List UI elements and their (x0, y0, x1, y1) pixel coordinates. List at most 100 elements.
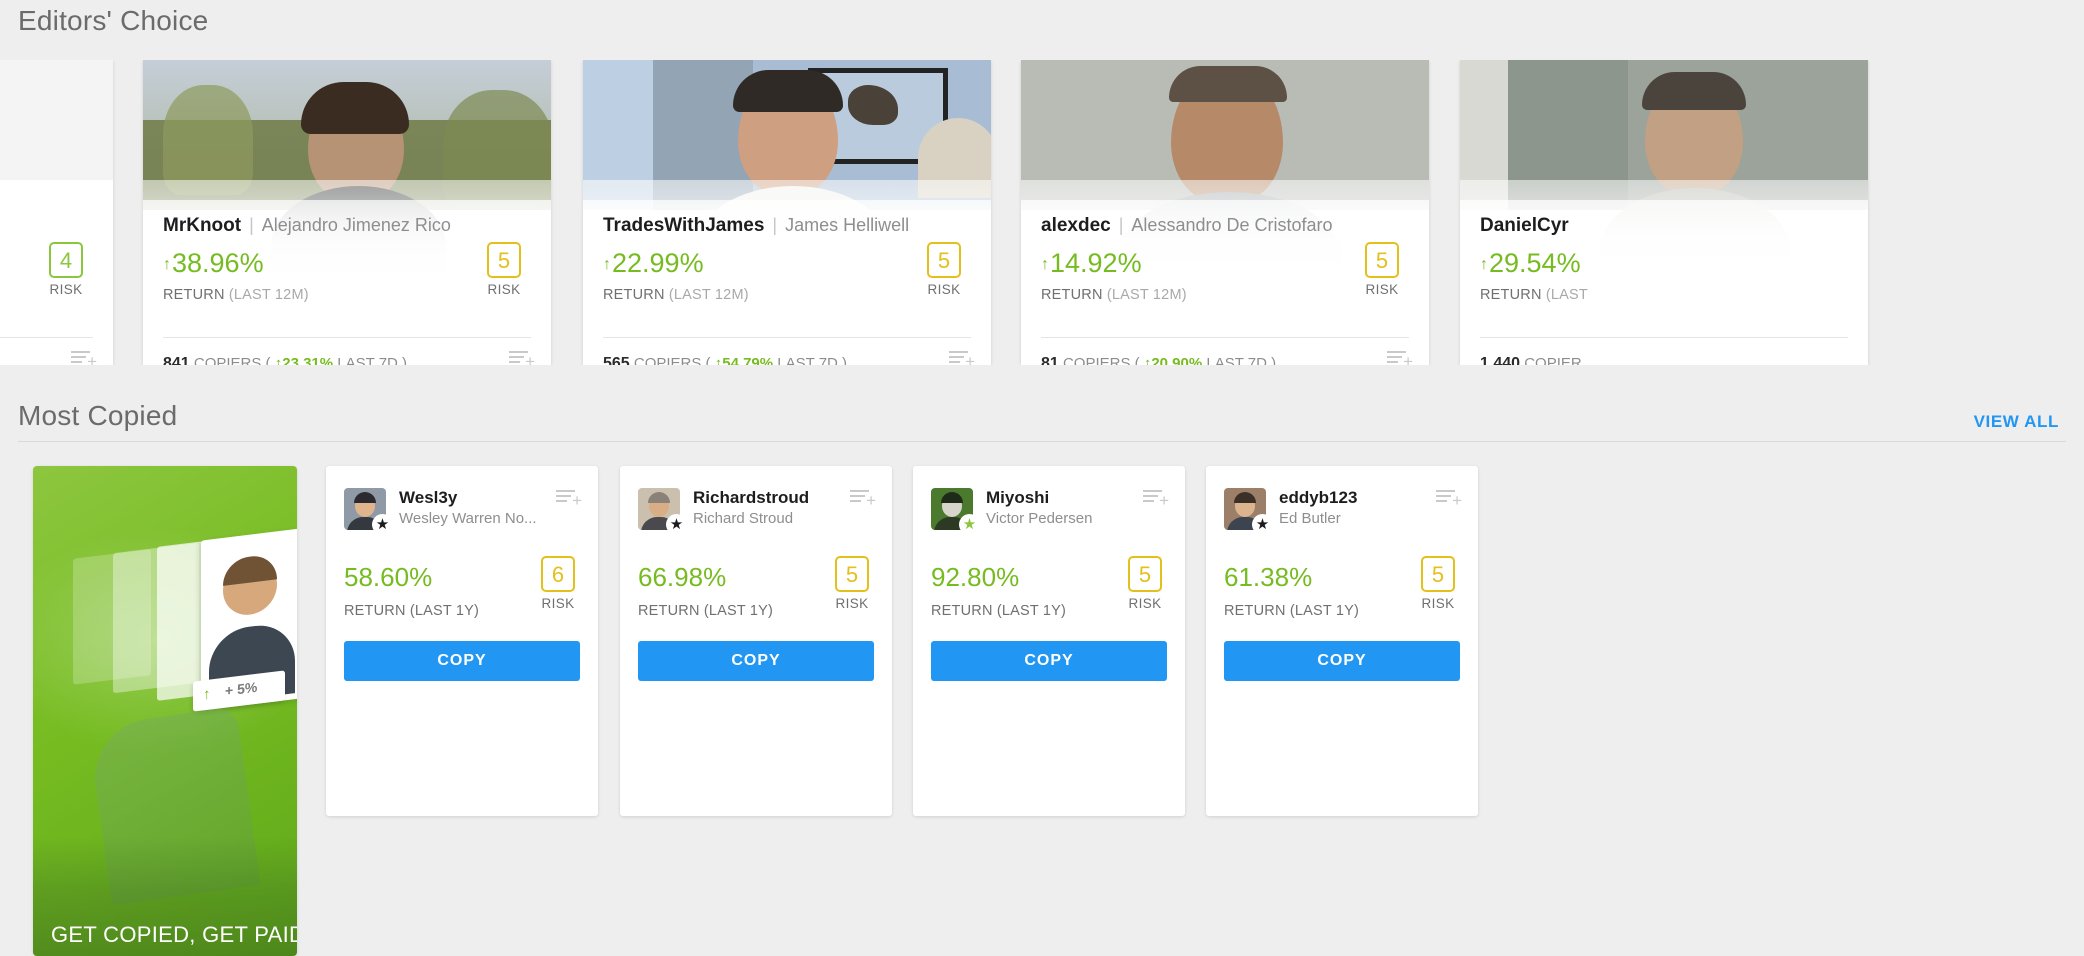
add-to-watchlist-icon[interactable]: + (850, 488, 876, 509)
risk-value: 5 (1365, 242, 1399, 278)
card-divider (163, 337, 531, 338)
add-to-watchlist-icon[interactable]: + (556, 488, 582, 509)
return-label: RETURN (LAST 12M) (1041, 287, 1187, 303)
risk-label: RISK (927, 282, 961, 297)
return-value: 66.98% (638, 562, 727, 592)
return-value: 61.38% (1224, 562, 1313, 592)
copiers-label: COPIERS (1062, 355, 1131, 365)
promo-gain-value: + 5% (225, 678, 258, 699)
editors-choice-header: Editors' Choice (0, 0, 2084, 46)
trader-fullname: Alejandro Jimenez Rico (261, 215, 451, 235)
trader-username: Wesl3y (399, 488, 458, 507)
page-title: Editors' Choice (18, 5, 209, 36)
risk-label: RISK (835, 596, 869, 611)
copiers-label: COPIERS (633, 355, 702, 365)
copiers-count: 1,440 (1480, 355, 1521, 365)
trader-username: alexdec (1041, 215, 1111, 236)
return-value: ↑22.99% (603, 248, 704, 279)
risk-indicator: 5 RISK (1353, 242, 1411, 297)
name-separator: | (772, 215, 778, 235)
risk-indicator: 5 RISK (826, 556, 878, 611)
return-value: 92.80% (931, 562, 1020, 592)
up-arrow-icon: ↑ (1480, 256, 1488, 273)
editors-choice-card-danielcyr[interactable]: DanielCyr ↑29.54% RETURN (LAST 1,440 COP… (1460, 60, 1868, 365)
trader-name-line: DanielCyr (1480, 215, 1569, 237)
view-all-link[interactable]: VIEW ALL (1974, 412, 2059, 432)
copiers-change: 23.31% (282, 355, 334, 365)
copiers-stat: 1,440 COPIER (1480, 355, 1582, 365)
add-to-watchlist-icon[interactable]: + (1436, 488, 1462, 509)
most-copied-card-wesl3y[interactable]: ★ Wesl3y Wesley Warren No... + 58.60% RE… (326, 466, 598, 816)
add-to-watchlist-icon[interactable]: + (1387, 349, 1413, 365)
trader-username: Miyoshi (986, 488, 1050, 507)
risk-value: 5 (487, 242, 521, 278)
risk-label: RISK (1365, 282, 1399, 297)
most-copied-title: Most Copied (18, 400, 178, 431)
return-value: ↑38.96% (163, 248, 264, 279)
editors-choice-carousel[interactable]: 4 RISK + MrKnoot | Alejandro Jimenez Rico (0, 60, 2084, 365)
copy-button[interactable]: COPY (1224, 641, 1460, 681)
most-copied-header: Most Copied VIEW ALL (0, 395, 2084, 441)
copiers-count: 565 (603, 355, 630, 365)
add-to-watchlist-icon[interactable]: + (71, 349, 97, 365)
return-label: RETURN (LAST 1Y) (931, 603, 1067, 619)
trader-fullname: Richard Stroud (693, 510, 794, 527)
section-divider (18, 441, 2066, 442)
copiers-period: LAST 7D (777, 355, 838, 365)
star-badge-icon: ★ (372, 514, 393, 535)
up-arrow-icon: ↑ (603, 256, 611, 273)
editors-choice-card-mrknoot[interactable]: MrKnoot | Alejandro Jimenez Rico ↑38.96% R… (143, 60, 551, 365)
copiers-count: 81 (1041, 355, 1059, 365)
return-percent: 29.54% (1489, 248, 1581, 278)
risk-label: RISK (1128, 596, 1162, 611)
risk-value: 6 (541, 556, 575, 592)
risk-indicator: 6 RISK (532, 556, 584, 611)
trader-name-line: TradesWithJames | James Helliwell (603, 215, 909, 237)
return-value: ↑14.92% (1041, 248, 1142, 279)
risk-value: 4 (49, 242, 83, 278)
add-to-watchlist-icon[interactable]: + (509, 349, 535, 365)
risk-indicator: 5 RISK (915, 242, 973, 297)
return-label: RETURN (LAST 12M) (603, 287, 749, 303)
copy-button[interactable]: COPY (638, 641, 874, 681)
copy-button[interactable]: COPY (344, 641, 580, 681)
name-separator: | (1118, 215, 1124, 235)
trader-username: MrKnoot (163, 215, 242, 236)
trader-username: Richardstroud (693, 488, 810, 507)
add-to-watchlist-icon[interactable]: + (949, 349, 975, 365)
editors-choice-card-partial-left[interactable]: 4 RISK + (0, 60, 113, 365)
copy-button[interactable]: COPY (931, 641, 1167, 681)
copiers-period: LAST 7D (1206, 355, 1267, 365)
name-separator: | (249, 215, 254, 235)
most-copied-card-miyoshi[interactable]: ★ Miyoshi Victor Pedersen + 92.80% RETUR… (913, 466, 1185, 816)
most-copied-carousel[interactable]: ↑ + 5% GET COPIED, GET PAID ★ Wesl3y Wes… (0, 466, 2084, 956)
promo-card-get-copied[interactable]: ↑ + 5% GET COPIED, GET PAID (33, 466, 297, 956)
copiers-stat: 81 COPIERS ( ↑20.90% LAST 7D ) (1041, 355, 1276, 365)
trader-fullname: Wesley Warren No... (399, 510, 537, 527)
trader-fullname: Alessandro De Cristofaro (1131, 215, 1333, 235)
star-badge-icon: ★ (666, 514, 687, 535)
copiers-stat: 565 COPIERS ( ↑54.79% LAST 7D ) (603, 355, 847, 365)
promo-caption: GET COPIED, GET PAID (51, 922, 297, 947)
editors-choice-card-alexdec[interactable]: alexdec | Alessandro De Cristofaro ↑14.92%… (1021, 60, 1429, 365)
most-copied-card-richardstroud[interactable]: ★ Richardstroud Richard Stroud + 66.98% … (620, 466, 892, 816)
card-divider (1041, 337, 1409, 338)
copiers-stat: 841 COPIERS ( ↑23.31% LAST 7D ) (163, 355, 407, 365)
most-copied-section: Most Copied VIEW ALL ↑ + 5% GET COPIED, … (0, 395, 2084, 956)
trader-username: TradesWithJames (603, 215, 765, 236)
risk-value: 5 (1128, 556, 1162, 592)
add-to-watchlist-icon[interactable]: + (1143, 488, 1169, 509)
most-copied-card-eddyb123[interactable]: ★ eddyb123 Ed Butler + 61.38% RETURN (LA… (1206, 466, 1478, 816)
trader-fullname: Victor Pedersen (986, 510, 1093, 527)
trader-name-line: MrKnoot | Alejandro Jimenez Rico (163, 215, 451, 237)
card-divider (1480, 337, 1848, 338)
up-arrow-icon: ↑ (203, 685, 211, 704)
up-arrow-icon: ↑ (1041, 256, 1049, 273)
return-label: RETURN (LAST 12M) (163, 287, 309, 303)
risk-value: 5 (1421, 556, 1455, 592)
risk-label: RISK (49, 282, 83, 297)
return-value: 58.60% (344, 562, 433, 592)
editors-choice-card-tradeswithjames[interactable]: TradesWithJames | James Helliwell ↑22.99% … (583, 60, 991, 365)
return-label: RETURN (LAST (1480, 287, 1588, 303)
trader-fullname: Ed Butler (1279, 510, 1341, 527)
